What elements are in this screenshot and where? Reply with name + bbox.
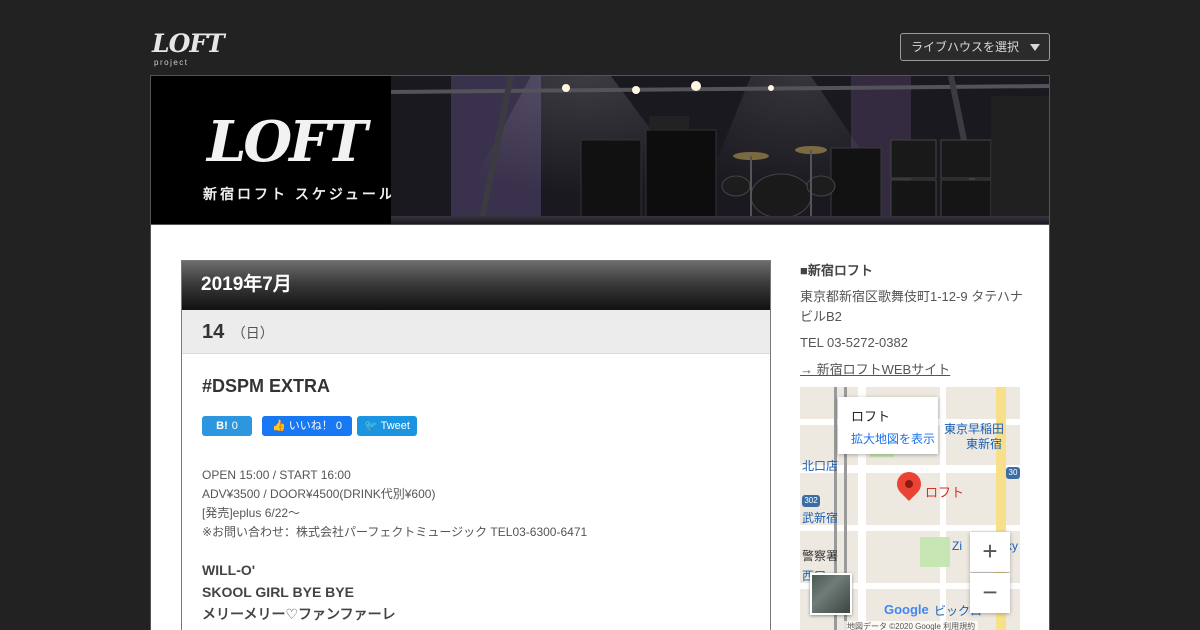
event-info-line: OPEN 15:00 / START 16:00 <box>202 468 351 482</box>
event-info-line: [発売]eplus 6/22〜 <box>202 506 301 520</box>
logo-subtitle: project <box>154 58 189 67</box>
map-copyright[interactable]: 地図データ ©2020 Google 利用規約 <box>844 621 979 630</box>
satellite-toggle[interactable] <box>810 573 852 615</box>
banner-logo: LOFT <box>207 109 368 175</box>
map-label: 東新宿 <box>966 437 1003 451</box>
google-map[interactable]: 東京早稲田 東新宿 北口店 武新宿 警察署 西口 Zi ky ビックロ 302 … <box>800 387 1020 630</box>
facebook-like-button[interactable]: 👍 いいね！ 0 <box>262 416 352 436</box>
lineup-artist: WILL-O' <box>202 562 256 578</box>
like-count: 0 <box>335 420 342 432</box>
lineup-artist: SKOOL GIRL BYE BYE <box>202 584 354 600</box>
venue-address: 東京都新宿区歌舞伎町1-12-9 タテハナビルB2 <box>800 289 1023 324</box>
map-label: 警察署 <box>802 549 839 563</box>
route-badge: 30 <box>1006 467 1020 479</box>
map-info-name: ロフト <box>851 409 891 424</box>
google-logo: Google <box>884 602 929 617</box>
venue-select-dropdown[interactable]: ライブハウスを選択 <box>900 33 1050 61</box>
venue-sidebar: ■新宿ロフト 東京都新宿区歌舞伎町1-12-9 タテハナビルB2 TEL 03-… <box>800 260 1030 378</box>
tweet-button[interactable]: 🐦 Tweet <box>357 416 417 436</box>
date-row: 14 （日） <box>182 310 770 354</box>
map-label: Zi <box>952 539 962 553</box>
hatena-count: 0 <box>231 420 238 432</box>
month-heading: 2019年7月 <box>182 261 770 310</box>
like-label: いいね！ <box>288 420 333 432</box>
loft-project-logo[interactable]: LOFT project <box>152 29 225 70</box>
venue-tel: TEL 03-5272-0382 <box>800 335 908 350</box>
zoom-out-button[interactable]: − <box>970 573 1010 613</box>
hatena-icon: B! <box>216 420 228 432</box>
lineup-list: WILL-O' SKOOL GIRL BYE BYE メリーメリー♡ファンファー… <box>202 559 396 625</box>
weekday: （日） <box>231 325 274 341</box>
stage-photo <box>391 76 1049 224</box>
hatena-bookmark-button[interactable]: B! 0 <box>202 416 252 436</box>
event-info: OPEN 15:00 / START 16:00 ADV¥3500 / DOOR… <box>202 466 587 542</box>
venue-name: ■新宿ロフト <box>800 263 873 278</box>
map-park <box>920 537 950 567</box>
logo-mark: LOFT <box>152 29 225 58</box>
banner-logo-area: LOFT 新宿ロフト スケジュール <box>151 76 393 224</box>
thumbs-up-icon: 👍 <box>272 420 286 432</box>
map-enlarge-link[interactable]: 拡大地図を表示 <box>851 430 938 447</box>
main-content: 2019年7月 14 （日） #DSPM EXTRA B! 0 👍 いいね！ 0 … <box>150 225 1050 630</box>
event-info-line: ※お問い合わせ：株式会社パーフェクトミュージック TEL03-6300-6471 <box>202 525 588 539</box>
tweet-label: Tweet <box>380 420 410 432</box>
lineup-artist: メリーメリー♡ファンファーレ <box>202 606 396 622</box>
map-pin-label: ロフト <box>925 485 965 500</box>
header-banner: LOFT 新宿ロフト スケジュール <box>150 75 1050 225</box>
map-label: 武新宿 <box>802 511 839 525</box>
schedule-card: 2019年7月 14 （日） #DSPM EXTRA B! 0 👍 いいね！ 0 … <box>181 260 771 630</box>
stage-illustration <box>391 76 1049 224</box>
map-label: 北口店 <box>802 459 839 473</box>
chevron-down-icon <box>1030 44 1040 51</box>
banner-title: 新宿ロフト スケジュール <box>203 186 396 202</box>
venue-website-link[interactable]: → 新宿ロフトWEBサイト <box>800 359 1030 378</box>
event-title: #DSPM EXTRA <box>202 376 331 396</box>
event-info-line: ADV¥3500 / DOOR¥4500(DRINK代別¥600) <box>202 487 436 501</box>
zoom-in-button[interactable]: + <box>970 532 1010 572</box>
venue-select-label: ライブハウスを選択 <box>911 40 1020 54</box>
day-number: 14 <box>202 321 225 343</box>
twitter-bird-icon: 🐦 <box>364 420 378 432</box>
top-bar: LOFT project ライブハウスを選択 <box>150 28 1050 72</box>
map-info-window: ロフト 拡大地図を表示 <box>838 397 938 454</box>
route-badge: 302 <box>802 495 820 507</box>
